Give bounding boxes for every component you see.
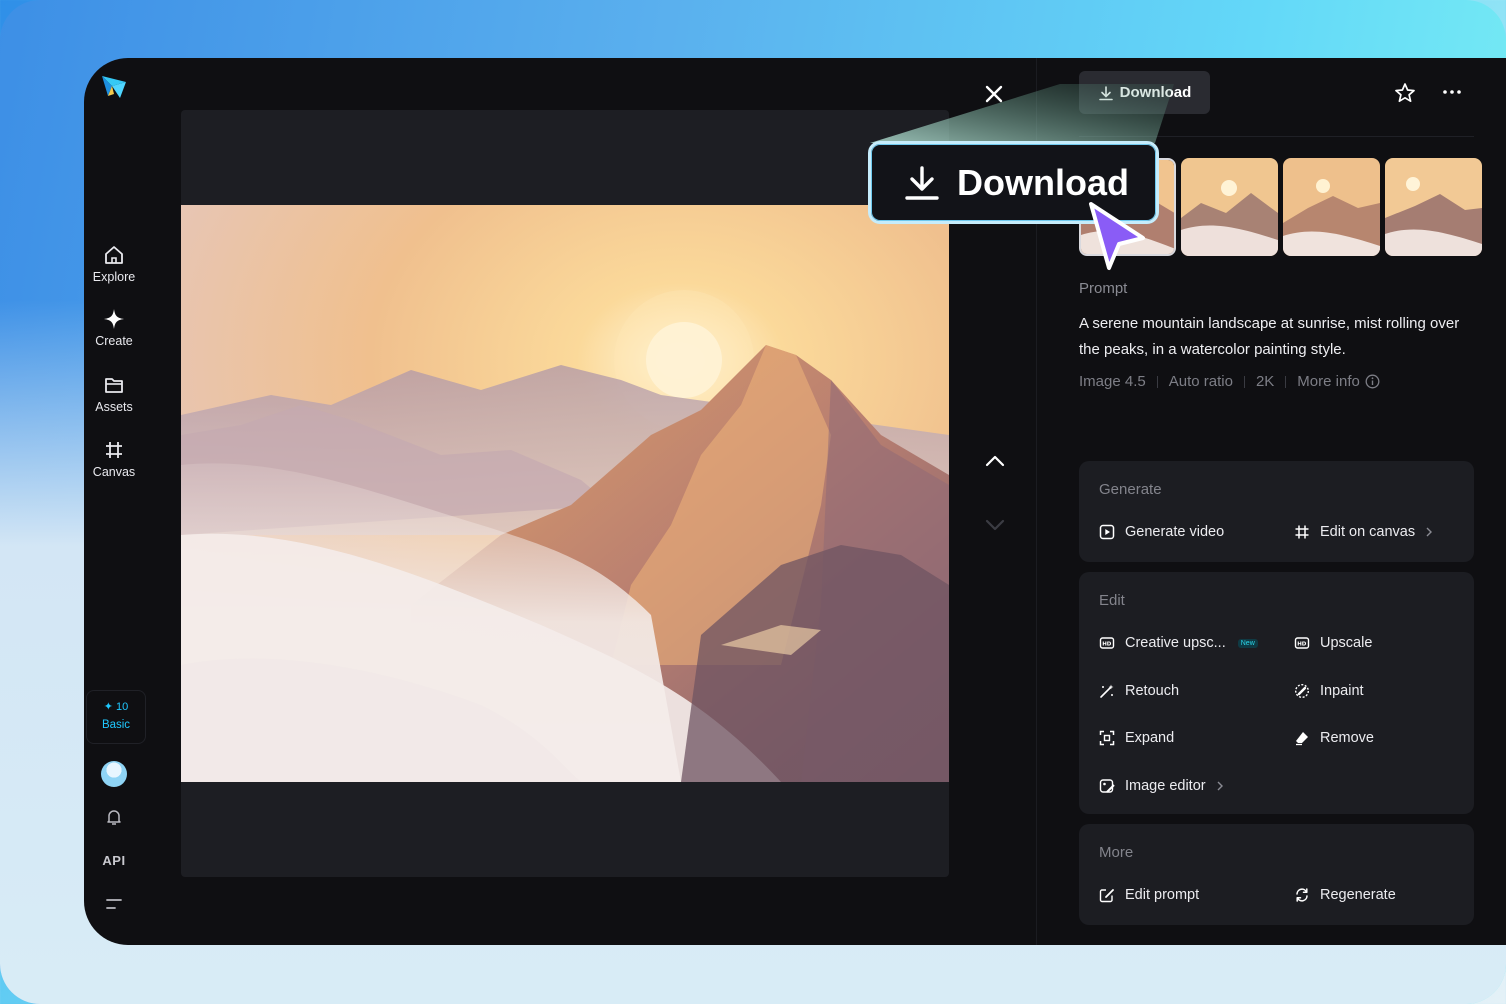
pointer-cursor-icon [1089,202,1145,270]
download-icon [905,165,939,200]
zoom-highlight-beam [870,84,1174,143]
